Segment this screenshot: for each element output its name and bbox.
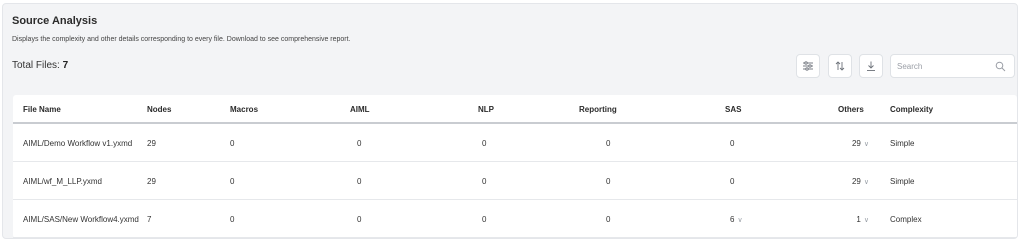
chevron-down-icon[interactable]: ∨ (864, 140, 869, 148)
aiml-cell: 0 (357, 215, 362, 224)
source-table: File Name Nodes Macros AIML NLP Reportin… (13, 95, 1017, 238)
nodes-cell: 29 (147, 177, 156, 186)
download-button[interactable] (859, 54, 883, 78)
reporting-cell: 0 (606, 215, 611, 224)
table-header: File Name Nodes Macros AIML NLP Reportin… (13, 95, 1017, 124)
column-header-aiml[interactable]: AIML (350, 105, 370, 114)
others-cell[interactable]: 29 ∨ (829, 139, 869, 148)
aiml-cell: 0 (357, 177, 362, 186)
nlp-cell: 0 (482, 139, 487, 148)
filter-button[interactable] (796, 54, 820, 78)
macros-cell: 0 (230, 215, 235, 224)
others-value: 29 (851, 177, 861, 186)
search-box[interactable] (890, 54, 1015, 78)
macros-cell: 0 (230, 177, 235, 186)
others-cell[interactable]: 29 ∨ (829, 177, 869, 186)
nlp-cell: 0 (482, 215, 487, 224)
sas-value: 6 (730, 215, 735, 224)
total-files-value: 7 (62, 60, 69, 71)
sas-cell: 0 (730, 177, 735, 186)
column-header-others[interactable]: Others (838, 105, 864, 114)
column-header-macros[interactable]: Macros (230, 105, 258, 114)
total-files-label: Total Files: (12, 60, 60, 71)
others-cell[interactable]: 1 ∨ (829, 215, 869, 224)
file-name-cell[interactable]: AIML/wf_M_LLP.yxmd (23, 177, 139, 186)
search-input[interactable] (897, 58, 992, 75)
file-name-cell[interactable]: AIML/SAS/New Workflow4.yxmd (23, 215, 139, 224)
complexity-cell: Simple (890, 177, 915, 186)
column-header-sas[interactable]: SAS (725, 105, 741, 114)
nodes-cell: 29 (147, 139, 156, 148)
column-header-reporting[interactable]: Reporting (579, 105, 617, 114)
nodes-cell: 7 (147, 215, 152, 224)
sort-button[interactable] (828, 54, 852, 78)
table-row[interactable]: AIML/Demo Workflow v1.yxmd 29 0 0 0 0 0 … (13, 124, 1017, 162)
nlp-cell: 0 (482, 177, 487, 186)
table-row[interactable]: AIML/wf_M_LLP.yxmd 29 0 0 0 0 0 29 ∨ Simp… (13, 162, 1017, 200)
table-row[interactable]: AIML/SAS/New Workflow4.yxmd 7 0 0 0 0 6 ∨… (13, 200, 1017, 238)
sort-arrows-icon (835, 61, 845, 71)
aiml-cell: 0 (357, 139, 362, 148)
others-value: 29 (851, 139, 861, 148)
sliders-icon (803, 61, 813, 71)
source-analysis-panel: Source Analysis Displays the complexity … (2, 3, 1018, 239)
column-header-nodes[interactable]: Nodes (147, 105, 171, 114)
complexity-cell: Simple (890, 139, 915, 148)
chevron-down-icon[interactable]: ∨ (864, 216, 869, 224)
file-name-cell[interactable]: AIML/Demo Workflow v1.yxmd (23, 139, 139, 148)
chevron-down-icon[interactable]: ∨ (864, 178, 869, 186)
complexity-cell: Complex (890, 215, 922, 224)
search-icon[interactable] (995, 61, 1006, 72)
column-header-file-name[interactable]: File Name (23, 105, 61, 114)
sas-cell[interactable]: 6 ∨ (730, 215, 743, 224)
download-icon (867, 61, 875, 71)
column-header-nlp[interactable]: NLP (478, 105, 494, 114)
column-header-complexity[interactable]: Complexity (890, 105, 933, 114)
reporting-cell: 0 (606, 177, 611, 186)
sas-cell: 0 (730, 139, 735, 148)
macros-cell: 0 (230, 139, 235, 148)
chevron-down-icon[interactable]: ∨ (737, 216, 742, 224)
reporting-cell: 0 (606, 139, 611, 148)
total-files: Total Files: 7 (12, 60, 68, 71)
page-subtitle: Displays the complexity and other detail… (12, 36, 351, 43)
others-value: 1 (856, 215, 861, 224)
page-title: Source Analysis (12, 15, 98, 27)
